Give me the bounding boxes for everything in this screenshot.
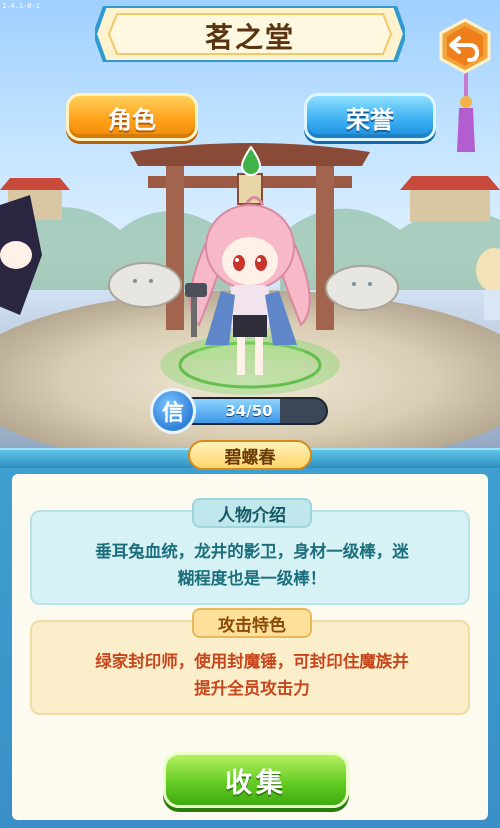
tassel-ornament (457, 72, 475, 152)
intro-line-1: 垂耳兔血统，龙井的影卫，身材一级棒，迷 (95, 542, 409, 561)
side-character-left (0, 195, 42, 315)
character-sprite[interactable] (185, 195, 315, 385)
attack-line-1: 绿家封印师，使用封魔锤，可封印住魔族并 (95, 652, 409, 671)
rabbit-stone-right (325, 265, 399, 311)
trust-progress-bar: 34/50 (180, 397, 328, 425)
attack-card: 攻击特色 绿家封印师，使用封魔锤，可封印住魔族并 提升全员攻击力 (30, 608, 470, 715)
intro-line-2: 糊程度也是一级棒！ (177, 569, 327, 588)
attack-line-2: 提升全员攻击力 (194, 679, 310, 698)
tab-honor[interactable]: 荣誉 (304, 93, 436, 141)
element-drop-icon (240, 146, 262, 176)
tab-role[interactable]: 角色 (66, 93, 198, 141)
attack-text: 绿家封印师，使用封魔锤，可封印住魔族并 提升全员攻击力 (42, 648, 462, 702)
trust-meter: 信 34/50 (150, 388, 332, 434)
character-name: 碧螺春 (188, 440, 312, 470)
intro-card: 人物介绍 垂耳兔血统，龙井的影卫，身材一级棒，迷 糊程度也是一级棒！ (30, 498, 470, 605)
side-character-right (476, 248, 500, 320)
intro-text: 垂耳兔血统，龙井的影卫，身材一级棒，迷 糊程度也是一级棒！ (42, 538, 462, 592)
trust-progress-text: 34/50 (225, 402, 273, 420)
collect-button[interactable]: 收集 (163, 752, 349, 808)
rabbit-stone-left (108, 262, 182, 308)
back-button[interactable] (437, 18, 493, 74)
attack-heading: 攻击特色 (192, 608, 312, 638)
version-label: 1.4.1-8-1 (2, 2, 40, 10)
page-title: 茗之堂 (204, 21, 295, 54)
trust-icon: 信 (150, 388, 196, 434)
intro-heading: 人物介绍 (192, 498, 312, 528)
